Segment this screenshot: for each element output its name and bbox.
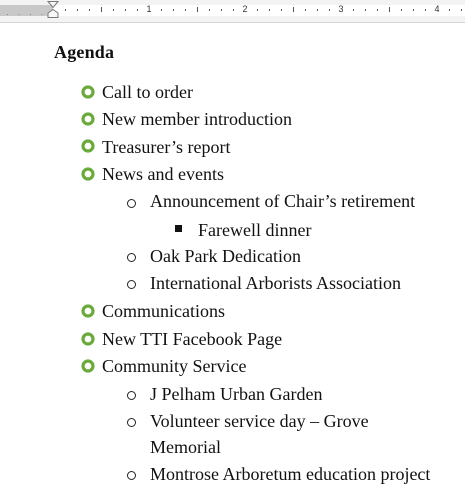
green-ring-bullet-icon bbox=[81, 359, 95, 373]
ruler-tick bbox=[137, 9, 138, 11]
ruler-number-1: 1 bbox=[146, 4, 152, 14]
ruler-tick bbox=[317, 9, 318, 11]
ruler-tick bbox=[221, 9, 222, 11]
ruler-tick bbox=[89, 9, 90, 11]
ruler-margin-dots: · · · · bbox=[6, 9, 47, 19]
green-ring-bullet-icon bbox=[81, 85, 95, 99]
green-ring-bullet-icon bbox=[81, 332, 95, 346]
ruler-tick bbox=[293, 7, 294, 12]
ruler-tick bbox=[125, 9, 126, 11]
ruler-tick bbox=[413, 9, 414, 11]
list-item[interactable]: International Arborists Association bbox=[150, 272, 401, 294]
ruler-tick bbox=[269, 9, 270, 11]
list-item[interactable]: Volunteer service day – Grove bbox=[150, 410, 369, 432]
ruler-tick bbox=[65, 9, 66, 11]
list-item[interactable]: Communications bbox=[102, 300, 225, 322]
ruler-tick bbox=[257, 9, 258, 11]
agenda-heading[interactable]: Agenda bbox=[54, 42, 114, 63]
ruler-tick bbox=[425, 9, 426, 11]
hollow-circle-bullet-icon bbox=[127, 418, 136, 427]
ruler-tick bbox=[461, 9, 462, 11]
list-item[interactable]: Call to order bbox=[102, 81, 193, 103]
ruler-tick bbox=[185, 9, 186, 11]
ruler-tick bbox=[113, 9, 114, 11]
ruler-tick bbox=[77, 9, 78, 11]
list-item[interactable]: News and events bbox=[102, 163, 224, 185]
list-item[interactable]: New member introduction bbox=[102, 108, 292, 130]
ruler-track bbox=[53, 5, 465, 16]
green-ring-bullet-icon bbox=[81, 304, 95, 318]
ruler-tick bbox=[389, 7, 390, 12]
list-item[interactable]: Treasurer’s report bbox=[102, 136, 230, 158]
ruler-number-2: 2 bbox=[242, 4, 248, 14]
list-item-continuation[interactable]: Memorial bbox=[150, 436, 221, 458]
list-item[interactable]: Oak Park Dedication bbox=[150, 245, 301, 267]
green-ring-bullet-icon bbox=[81, 139, 95, 153]
filled-square-bullet-icon bbox=[175, 225, 182, 232]
ruler-tick bbox=[161, 9, 162, 11]
ruler-tick bbox=[233, 9, 234, 11]
ruler-tick bbox=[173, 9, 174, 11]
list-item[interactable]: Montrose Arboretum education project bbox=[150, 463, 430, 485]
ruler-tick bbox=[329, 9, 330, 11]
ruler-tick bbox=[353, 9, 354, 11]
hollow-circle-bullet-icon bbox=[127, 471, 136, 480]
ruler-tick bbox=[209, 9, 210, 11]
ruler-tick bbox=[101, 7, 102, 12]
ruler-tick bbox=[197, 7, 198, 12]
ruler-tick bbox=[281, 9, 282, 11]
ruler-tick bbox=[401, 9, 402, 11]
hollow-circle-bullet-icon bbox=[127, 391, 136, 400]
ruler-tick bbox=[377, 9, 378, 11]
ruler-tick bbox=[305, 9, 306, 11]
ruler-tick bbox=[365, 9, 366, 11]
ruler-number-4: 4 bbox=[434, 4, 440, 14]
hollow-circle-bullet-icon bbox=[127, 199, 136, 208]
list-item[interactable]: Farewell dinner bbox=[198, 219, 311, 241]
green-ring-bullet-icon bbox=[81, 112, 95, 126]
hollow-circle-bullet-icon bbox=[127, 280, 136, 289]
list-item[interactable]: J Pelham Urban Garden bbox=[150, 383, 322, 405]
hollow-circle-bullet-icon bbox=[127, 253, 136, 262]
document-page[interactable]: Agenda Call to order New member introduc… bbox=[0, 23, 465, 489]
list-item[interactable]: New TTI Facebook Page bbox=[102, 328, 282, 350]
hanging-indent-marker-icon[interactable] bbox=[47, 9, 59, 18]
ruler-tick bbox=[449, 9, 450, 11]
first-line-indent-marker-icon[interactable] bbox=[47, 1, 59, 8]
green-ring-bullet-icon bbox=[81, 167, 95, 181]
list-item[interactable]: Community Service bbox=[102, 355, 246, 377]
ruler-number-3: 3 bbox=[338, 4, 344, 14]
list-item[interactable]: Announcement of Chair’s retirement bbox=[150, 190, 415, 212]
horizontal-ruler[interactable]: · · · · 1 2 3 4 bbox=[0, 0, 465, 23]
